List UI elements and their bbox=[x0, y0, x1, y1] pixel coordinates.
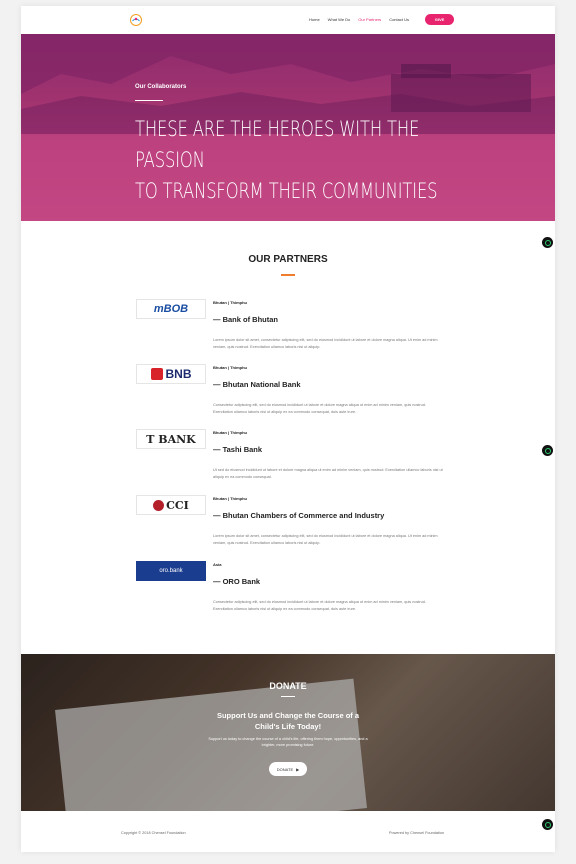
donate-button[interactable]: DONATE ▶ bbox=[269, 762, 307, 776]
hero-title-line-2: TO TRANSFORM THEIR COMMUNITIES bbox=[135, 179, 438, 203]
donate-title: DONATE bbox=[269, 681, 307, 691]
partner-logo-oro: oro.bank bbox=[136, 561, 206, 581]
partner-logo-text: CCI bbox=[166, 498, 189, 512]
partner-name: — Tashi Bank bbox=[213, 445, 263, 454]
arrow-right-icon: ▶ bbox=[296, 766, 300, 772]
donate-section: DONATE Support Us and Change the Course … bbox=[21, 654, 555, 811]
partner-name: — ORO Bank bbox=[213, 577, 261, 586]
page: Home What We Do Our Partners Contact Us … bbox=[21, 6, 555, 852]
partner-description: Ut sed do eiusmod incididunt ut labore e… bbox=[213, 468, 443, 479]
nav-contact-us[interactable]: Contact Us bbox=[389, 17, 409, 22]
donate-overlay bbox=[21, 654, 555, 811]
partner-location: Bhutan | Thimphu bbox=[213, 365, 248, 370]
footer-copyright: Copyright © 2018 Chensel Foundation bbox=[121, 831, 186, 835]
partner-location: Bhutan | Thimphu bbox=[213, 300, 248, 305]
partner-name: — Bhutan National Bank bbox=[213, 380, 301, 389]
donate-subtitle-line-2: Child's Life Today! bbox=[254, 722, 322, 731]
donate-button-label: DONATE bbox=[276, 766, 294, 772]
donate-subtitle: Support Us and Change the Course of a Ch… bbox=[188, 710, 388, 732]
partner-description: Lorem ipsum dolor sit amet, consectetur … bbox=[213, 338, 438, 349]
hero-banner: Our Collaborators THESE ARE THE HEROES W… bbox=[21, 34, 555, 221]
partner-location: Asia bbox=[213, 562, 222, 567]
partner-logo-text: T BANK bbox=[146, 432, 196, 446]
partner-logo-text: mBOB bbox=[153, 303, 189, 315]
hero-title: THESE ARE THE HEROES WITH THE PASSION TO… bbox=[135, 114, 463, 207]
donate-subtitle-line-1: Support Us and Change the Course of a bbox=[216, 711, 360, 720]
cci-mark-icon bbox=[153, 499, 165, 511]
bnb-mark-icon bbox=[150, 368, 163, 380]
donate-divider bbox=[281, 696, 295, 697]
partner-logo-bnb: BNB bbox=[136, 364, 206, 384]
partner-logo-cci: CCI bbox=[136, 495, 206, 515]
main-nav: Home What We Do Our Partners Contact Us bbox=[309, 17, 409, 22]
partner-location: Bhutan | Thimphu bbox=[213, 430, 248, 435]
site-header: Home What We Do Our Partners Contact Us … bbox=[21, 6, 555, 34]
nav-home[interactable]: Home bbox=[309, 17, 320, 22]
hero-kicker: Our Collaborators bbox=[135, 84, 187, 90]
partner-logo-bob: mBOB bbox=[136, 299, 206, 319]
partner-logo-tbank: T BANK bbox=[136, 429, 206, 449]
partner-description: Consectetur adipiscing elit, sed do eius… bbox=[213, 600, 426, 611]
site-footer: Copyright © 2018 Chensel Foundation Powe… bbox=[21, 811, 555, 852]
partner-name: — Bhutan Chambers of Commerce and Indust… bbox=[213, 511, 385, 520]
footer-powered-by: Powered by Chensel Foundation bbox=[389, 831, 445, 835]
donate-text: Support us today to change the course of… bbox=[208, 737, 368, 747]
give-button[interactable]: GIVE bbox=[425, 14, 454, 25]
partner-logo-text: oro.bank bbox=[159, 568, 183, 574]
partners-heading: OUR PARTNERS bbox=[248, 254, 328, 265]
chat-widget-icon[interactable] bbox=[542, 237, 553, 248]
partner-description: Consectetur adipiscing elit, sed do eius… bbox=[213, 403, 426, 414]
chat-widget-icon[interactable] bbox=[542, 819, 553, 830]
chat-widget-icon[interactable] bbox=[542, 445, 553, 456]
nav-what-we-do[interactable]: What We Do bbox=[328, 17, 351, 22]
partner-location: Bhutan | Thimphu bbox=[213, 496, 248, 501]
hero-title-line-1: THESE ARE THE HEROES WITH THE PASSION bbox=[135, 117, 420, 172]
partner-description: Lorem ipsum dolor sit amet, consectetur … bbox=[213, 534, 438, 545]
partner-logo-text: BNB bbox=[165, 367, 192, 381]
partner-name: — Bank of Bhutan bbox=[213, 315, 278, 324]
partners-underline bbox=[281, 274, 295, 276]
nav-our-partners[interactable]: Our Partners bbox=[358, 17, 381, 22]
hero-divider bbox=[135, 100, 163, 101]
logo-icon[interactable] bbox=[130, 14, 142, 26]
